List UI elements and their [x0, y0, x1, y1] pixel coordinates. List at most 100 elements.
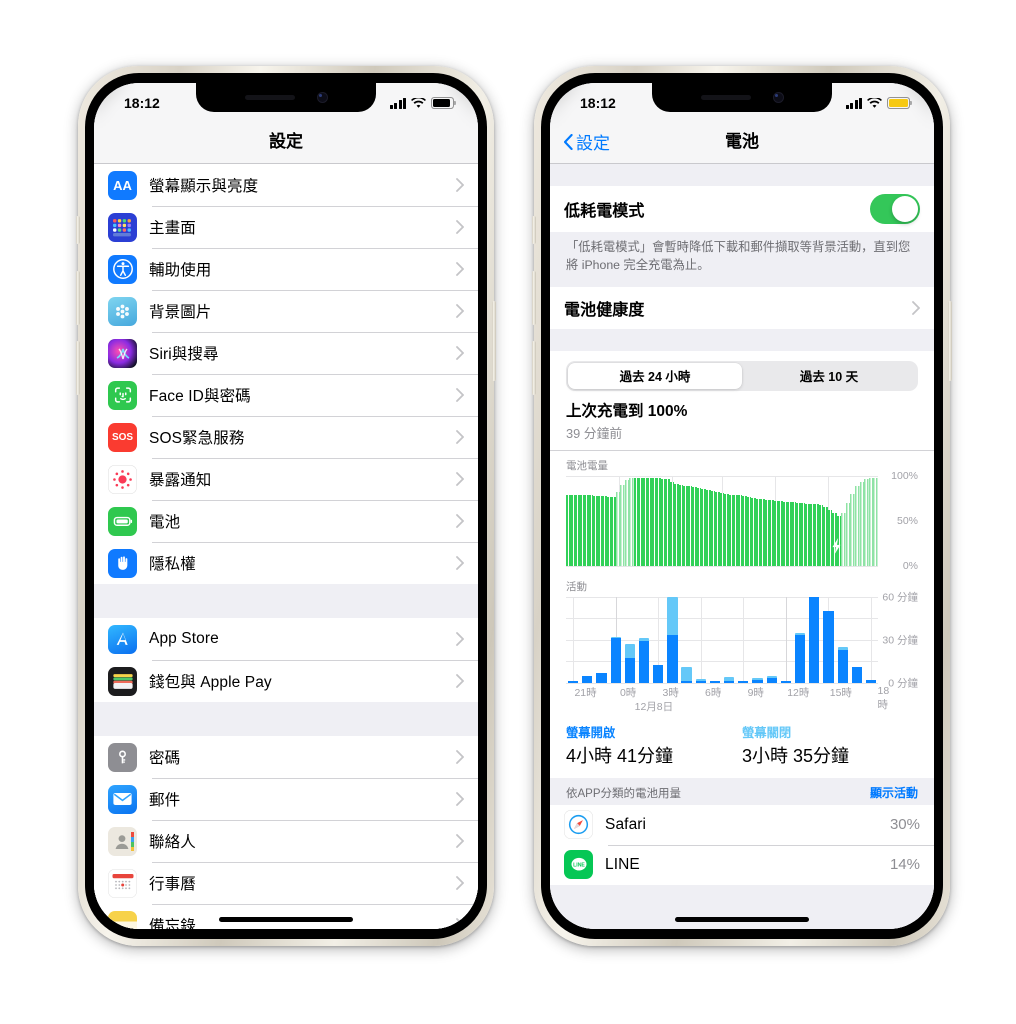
screen-on-segment [638, 641, 650, 683]
battery-health-row[interactable]: 電池健康度 [550, 286, 934, 329]
svg-text:LINE: LINE [573, 862, 585, 868]
right-phone-screen: 18:12 設定 電池 低耗電模式 「低耗電模式」會暫時降低下載和郵件擷取等背景… [550, 83, 934, 929]
row-label: 隱私權 [149, 556, 196, 573]
chevron-right-icon [456, 918, 464, 929]
sidebar-item-accessibility[interactable]: 輔助使用 [94, 248, 478, 290]
volume-up-button[interactable] [532, 271, 536, 325]
signal-bars-icon [389, 97, 406, 109]
screen-on-segment [780, 681, 792, 683]
sidebar-item-display[interactable]: AA 螢幕顯示與亮度 [94, 164, 478, 206]
app-store-icon [108, 624, 137, 654]
mail-icon [108, 784, 137, 814]
battery-scroll-area[interactable]: 低耗電模式 「低耗電模式」會暫時降低下載和郵件擷取等背景活動，直到您將 iPho… [550, 164, 934, 929]
y-tick-label: 60 分鐘 [882, 591, 918, 604]
back-button[interactable]: 設定 [564, 129, 610, 154]
battery-status-icon-low-power [887, 97, 913, 109]
sidebar-item-contacts[interactable]: 聯絡人 [94, 820, 478, 862]
segment-last-24-hours[interactable]: 過去 24 小時 [568, 362, 742, 389]
app-name: Safari [605, 815, 647, 833]
screen-on-key: 螢幕開啟 [566, 725, 616, 740]
sidebar-item-calendar[interactable]: 行事曆 [94, 862, 478, 904]
sidebar-item-exposure-notifications[interactable]: 暴露通知 [94, 458, 478, 500]
row-label: 聯絡人 [149, 834, 196, 851]
sidebar-item-sos[interactable]: SOS SOS緊急服務 [94, 416, 478, 458]
page-title: 設定 [269, 132, 303, 151]
list-item[interactable]: Safari 30% [550, 804, 934, 845]
sidebar-item-wallpaper[interactable]: 背景圖片 [94, 290, 478, 332]
top-gap [550, 164, 934, 186]
list-item[interactable]: LINE LINE 14% [550, 844, 934, 885]
activity-chart: 21時 0時 3時 6時 9時 12時 15時 18時 12月8日 0 分鐘 30 分鐘 60 分… [566, 591, 918, 713]
section-gap [94, 702, 478, 736]
sidebar-item-home-screen[interactable]: 主畫面 [94, 206, 478, 248]
screen-on-value: 4小時 41分鐘 [566, 745, 674, 766]
sidebar-item-siri[interactable]: Siri與搜尋 [94, 332, 478, 374]
chevron-right-icon [456, 220, 464, 234]
home-indicator[interactable] [219, 917, 353, 922]
sidebar-item-wallet[interactable]: 錢包與 Apple Pay [94, 660, 478, 702]
gridline [566, 682, 878, 684]
x-tick-label: 9時 [747, 686, 764, 699]
sidebar-item-passwords[interactable]: 密碼 [94, 736, 478, 778]
settings-scroll-area[interactable]: AA 螢幕顯示與亮度 主畫面 輔助使用 背景圖片 Siri與搜尋 Face ID… [94, 164, 478, 929]
screen-on-segment [738, 681, 749, 683]
screen-off-segment [624, 643, 635, 659]
battery-icon [108, 506, 137, 536]
power-button[interactable] [492, 301, 496, 381]
mute-switch[interactable] [532, 216, 536, 244]
sidebar-item-face-id[interactable]: Face ID與密碼 [94, 374, 478, 416]
screen-off-value: 3小時 35分鐘 [742, 745, 850, 766]
screen-usage-summary: 螢幕開啟 4小時 41分鐘 螢幕關閉 3小時 35分鐘 [550, 714, 934, 778]
chevron-left-icon [564, 133, 573, 150]
gridline [566, 565, 878, 567]
wallet-icon [108, 666, 137, 696]
settings-group-3: 密碼 郵件 聯絡人 行事曆 備忘錄 [94, 736, 478, 929]
screen-on-segment [724, 681, 735, 683]
sidebar-item-mail[interactable]: 郵件 [94, 778, 478, 820]
chevron-right-icon [456, 556, 464, 570]
segment-last-10-days[interactable]: 過去 10 天 [742, 363, 916, 389]
x-tick-label: 3時 [662, 686, 679, 699]
screen-on-segment [695, 680, 706, 683]
battery-level-chart: 0% 50% 100% [566, 470, 918, 572]
battery-health-group: 電池健康度 [550, 286, 934, 329]
screen-on-segment [709, 681, 721, 683]
screen-on-segment [851, 666, 862, 683]
screen-on-segment [837, 649, 848, 683]
chevron-right-icon [456, 632, 464, 646]
low-power-toggle[interactable] [870, 194, 920, 224]
home-indicator[interactable] [675, 917, 809, 922]
activity-chart-section: 活動 21時 0時 3時 6時 9時 12時 15時 18時 12月8日 0 分… [550, 575, 934, 715]
sidebar-item-app-store[interactable]: App Store [94, 618, 478, 660]
volume-down-button[interactable] [532, 341, 536, 395]
screen-on-segment [865, 679, 877, 683]
chevron-right-icon [456, 304, 464, 318]
volume-down-button[interactable] [76, 341, 80, 395]
chevron-right-icon [456, 472, 464, 486]
front-camera-icon [316, 92, 328, 103]
y-tick-label: 100% [891, 469, 918, 482]
row-label: 密碼 [149, 750, 181, 767]
power-button[interactable] [948, 301, 952, 381]
screen-on-segment [582, 675, 593, 683]
activity-yaxis: 0 分鐘 30 分鐘 60 分鐘 [878, 591, 918, 689]
low-power-mode-row[interactable]: 低耗電模式 [550, 186, 934, 232]
range-segmented-control[interactable]: 過去 24 小時 過去 10 天 [566, 360, 918, 391]
safari-icon [564, 810, 593, 840]
last-charge-block: 上次充電到 100% 39 分鐘前 [550, 394, 934, 450]
sidebar-item-privacy[interactable]: 隱私權 [94, 542, 478, 584]
face-id-icon [108, 380, 137, 410]
right-phone-bezel: 18:12 設定 電池 低耗電模式 「低耗電模式」會暫時降低下載和郵件擷取等背景… [541, 73, 943, 939]
screen-on-segment [794, 635, 806, 683]
sidebar-item-battery[interactable]: 電池 [94, 500, 478, 542]
volume-up-button[interactable] [76, 271, 80, 325]
x-tick-label: 0時 [619, 686, 637, 699]
screen-on-segment [596, 673, 607, 683]
exposure-notification-icon [108, 464, 137, 494]
activity-plot [566, 596, 878, 684]
screen-off-key: 螢幕關閉 [742, 725, 792, 740]
show-activity-button[interactable]: 顯示活動 [870, 784, 918, 801]
mute-switch[interactable] [76, 216, 80, 244]
chevron-right-icon [456, 674, 464, 688]
calendar-icon [108, 868, 137, 898]
